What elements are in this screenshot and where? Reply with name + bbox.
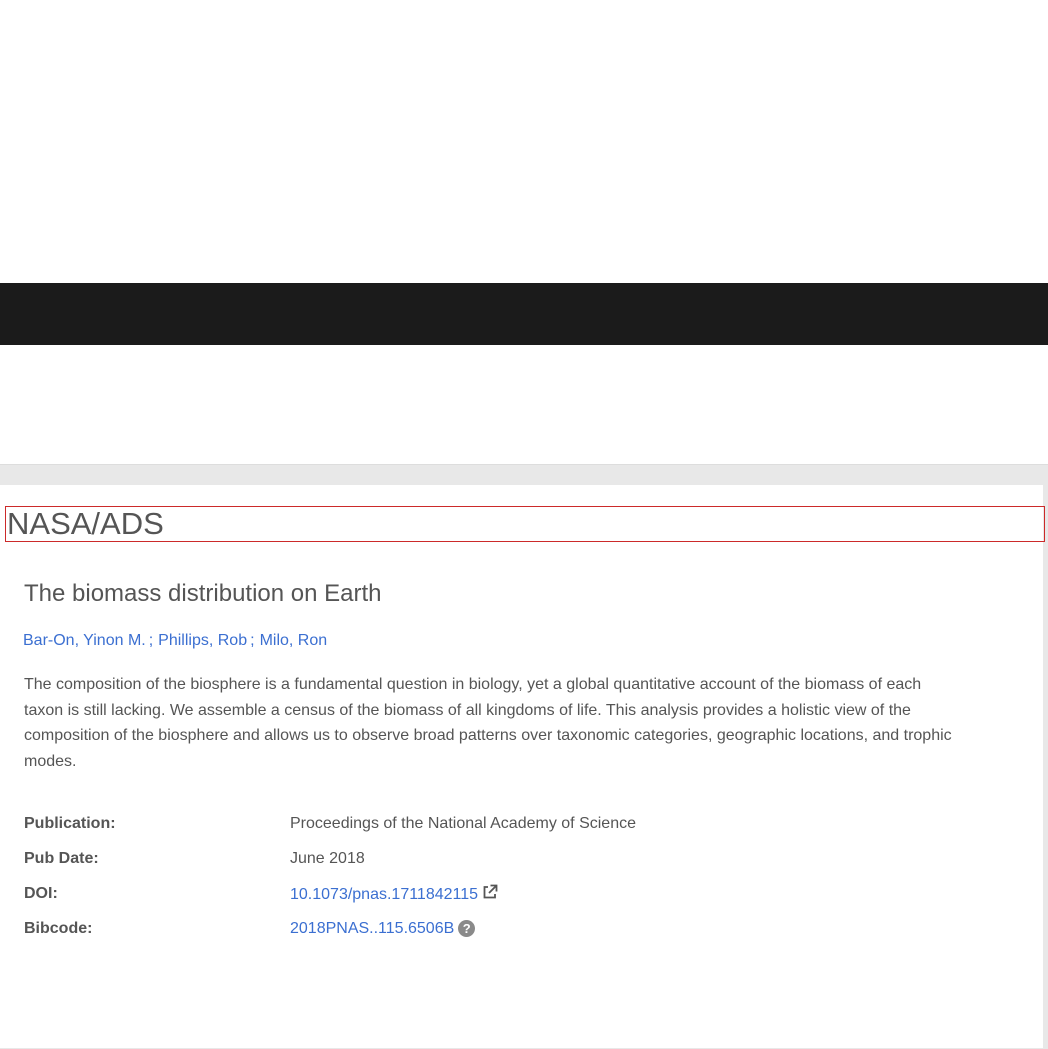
author-list: Bar-On, Yinon M.; Phillips, Rob; Milo, Ron [23, 631, 327, 651]
top-blank-area [0, 0, 1048, 283]
doi-label: DOI: [24, 884, 58, 902]
author-link-bar-on[interactable]: Bar-On, Yinon M. [23, 632, 146, 649]
pub-date-value: June 2018 [290, 849, 365, 867]
metadata-row-bibcode: Bibcode: 2018PNAS..115.6506B? [24, 911, 636, 946]
spacer-area [0, 345, 1048, 464]
author-link-phillips[interactable]: Phillips, Rob [158, 632, 247, 649]
help-icon[interactable]: ? [458, 919, 476, 937]
top-nav-bar [0, 283, 1048, 345]
publication-value: Proceedings of the National Academy of S… [290, 814, 636, 832]
external-link-icon[interactable] [482, 884, 498, 900]
doi-link[interactable]: 10.1073/pnas.1711842115 [290, 886, 478, 903]
author-separator: ; [148, 632, 154, 649]
metadata-table: Publication: Proceedings of the National… [24, 806, 636, 946]
pub-date-label: Pub Date: [24, 849, 99, 867]
metadata-row-pub-date: Pub Date: June 2018 [24, 841, 636, 876]
metadata-row-publication: Publication: Proceedings of the National… [24, 806, 636, 841]
site-brand[interactable]: NASA/ADS [5, 506, 1045, 542]
publication-label: Publication: [24, 814, 116, 832]
author-separator: ; [250, 632, 255, 649]
bibcode-link[interactable]: 2018PNAS..115.6506B [290, 920, 454, 937]
bibcode-label: Bibcode: [24, 919, 93, 937]
article-title: The biomass distribution on Earth [24, 580, 382, 607]
abstract-text: The composition of the biosphere is a fu… [24, 676, 952, 770]
author-link-milo[interactable]: Milo, Ron [260, 632, 328, 649]
metadata-row-doi: DOI: 10.1073/pnas.1711842115 [24, 876, 636, 911]
